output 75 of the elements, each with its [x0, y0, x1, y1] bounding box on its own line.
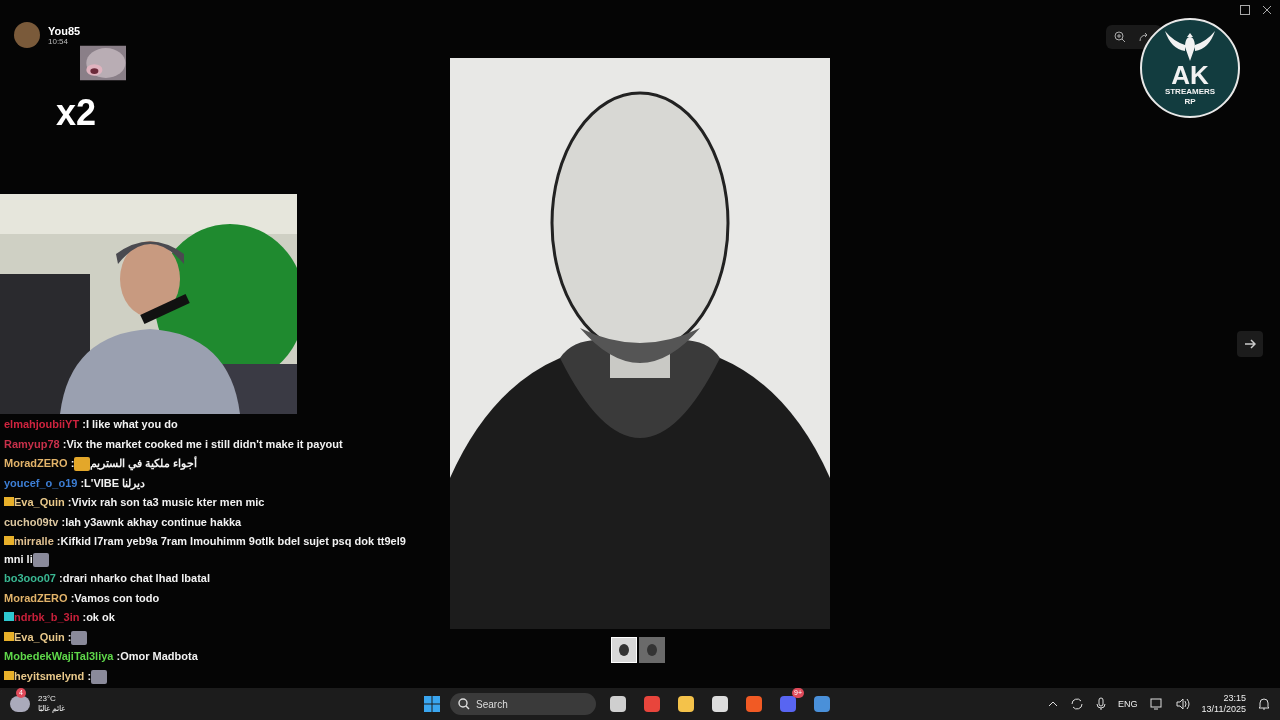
separator: : [56, 535, 61, 547]
separator: : [59, 572, 63, 584]
separator: : [62, 437, 67, 450]
separator: : [116, 650, 121, 662]
arrow-right-icon [1244, 338, 1256, 350]
temperature: 23°C [38, 694, 57, 704]
sync-icon[interactable] [1070, 697, 1085, 711]
chat-username: Ramyup78 [4, 437, 60, 450]
emote-icon [91, 669, 108, 684]
chat-message: lah y3awnk akhay continue hakka [65, 515, 242, 528]
image-thumbnail[interactable] [639, 637, 665, 663]
separator: : [80, 476, 85, 489]
chat-username: cucho09tv [4, 515, 59, 528]
chat-message: Omor Madbota [120, 650, 198, 662]
chat-username: ndrbk_b_3in [14, 611, 80, 623]
separator: : [70, 591, 75, 604]
separator: : [82, 611, 87, 623]
crown-badge-icon [4, 536, 14, 545]
bell-icon[interactable] [1258, 697, 1270, 711]
close-icon[interactable] [1262, 5, 1272, 15]
chat-message: ok ok [86, 611, 115, 623]
chat-username: bo3ooo07 [4, 572, 56, 584]
chevron-up-icon[interactable] [1048, 699, 1059, 709]
weather-icon[interactable] [10, 696, 30, 712]
language-indicator[interactable]: ENG [1118, 699, 1138, 709]
crown-badge-icon [4, 670, 14, 680]
image-thumbnail[interactable] [611, 637, 637, 663]
separator: : [70, 457, 75, 469]
next-button[interactable] [1237, 331, 1263, 357]
crown-badge-icon [4, 631, 14, 641]
separator: : [82, 418, 86, 430]
chat-message: mni li [4, 552, 33, 565]
chat-message: Vamos con todo [74, 591, 160, 604]
separator: : [67, 630, 72, 643]
chat-username: MobedekWajiTal3liya [4, 650, 114, 662]
chat-message: L'VIBE ديرلنا [84, 476, 146, 489]
grid-badge-icon [4, 612, 14, 621]
separator: : [67, 496, 72, 508]
zoom-in-icon[interactable] [1114, 31, 1126, 43]
chat-username: youcef_o_o19 [4, 476, 78, 489]
logo-subtitle: STREAMERS [1164, 87, 1216, 97]
chat-username: MoradZERO [4, 591, 68, 604]
notification-user: You85 [48, 24, 81, 37]
chat-username: Eva_Quin [14, 630, 65, 643]
chat-message: Vivix rah son ta3 music kter men mic [71, 496, 265, 508]
crown-emote-icon [74, 457, 91, 472]
search-field[interactable]: Search [450, 693, 597, 715]
logo-title: AK [1171, 63, 1209, 87]
chat-message: Kifkid l7ram yeb9a 7ram lmouhimm 9otlk bdel sujet psq dok tt9el9 [60, 535, 406, 547]
separator: : [87, 669, 92, 682]
network-icon[interactable] [1149, 697, 1164, 711]
redo-icon[interactable] [1138, 31, 1150, 43]
logo-tag: RP [1184, 97, 1196, 107]
notification-time: 10:54 [48, 36, 70, 46]
weather-condition: غائم غالبًا [38, 704, 66, 714]
emote-icon [71, 630, 88, 645]
search-icon [458, 698, 471, 710]
chat-message: Vix the market cooked me i still didn't make it payout [66, 437, 343, 450]
start-icon[interactable] [424, 696, 441, 712]
emote-icon [32, 552, 49, 567]
chat-message: أجواء ملكية في الستريم [90, 457, 198, 469]
avatar [14, 22, 40, 48]
chat-username: MoradZERO [4, 457, 68, 469]
chat-username: Eva_Quin [14, 496, 65, 508]
microphone-icon[interactable] [1096, 697, 1107, 711]
clock-date[interactable]: 13/11/2025 [1201, 704, 1246, 715]
volume-icon[interactable] [1175, 697, 1190, 711]
chat-username: mirralle [14, 535, 54, 547]
separator: : [61, 515, 66, 528]
crown-badge-icon [4, 497, 14, 506]
chat-username: heyitsmelynd [14, 669, 85, 682]
clock-time[interactable]: 23:15 [1223, 693, 1246, 704]
multiplier-text: x2 [56, 95, 97, 131]
chat-username: elmahjoubiiYT [4, 418, 80, 430]
maximize-icon[interactable] [1240, 5, 1250, 15]
